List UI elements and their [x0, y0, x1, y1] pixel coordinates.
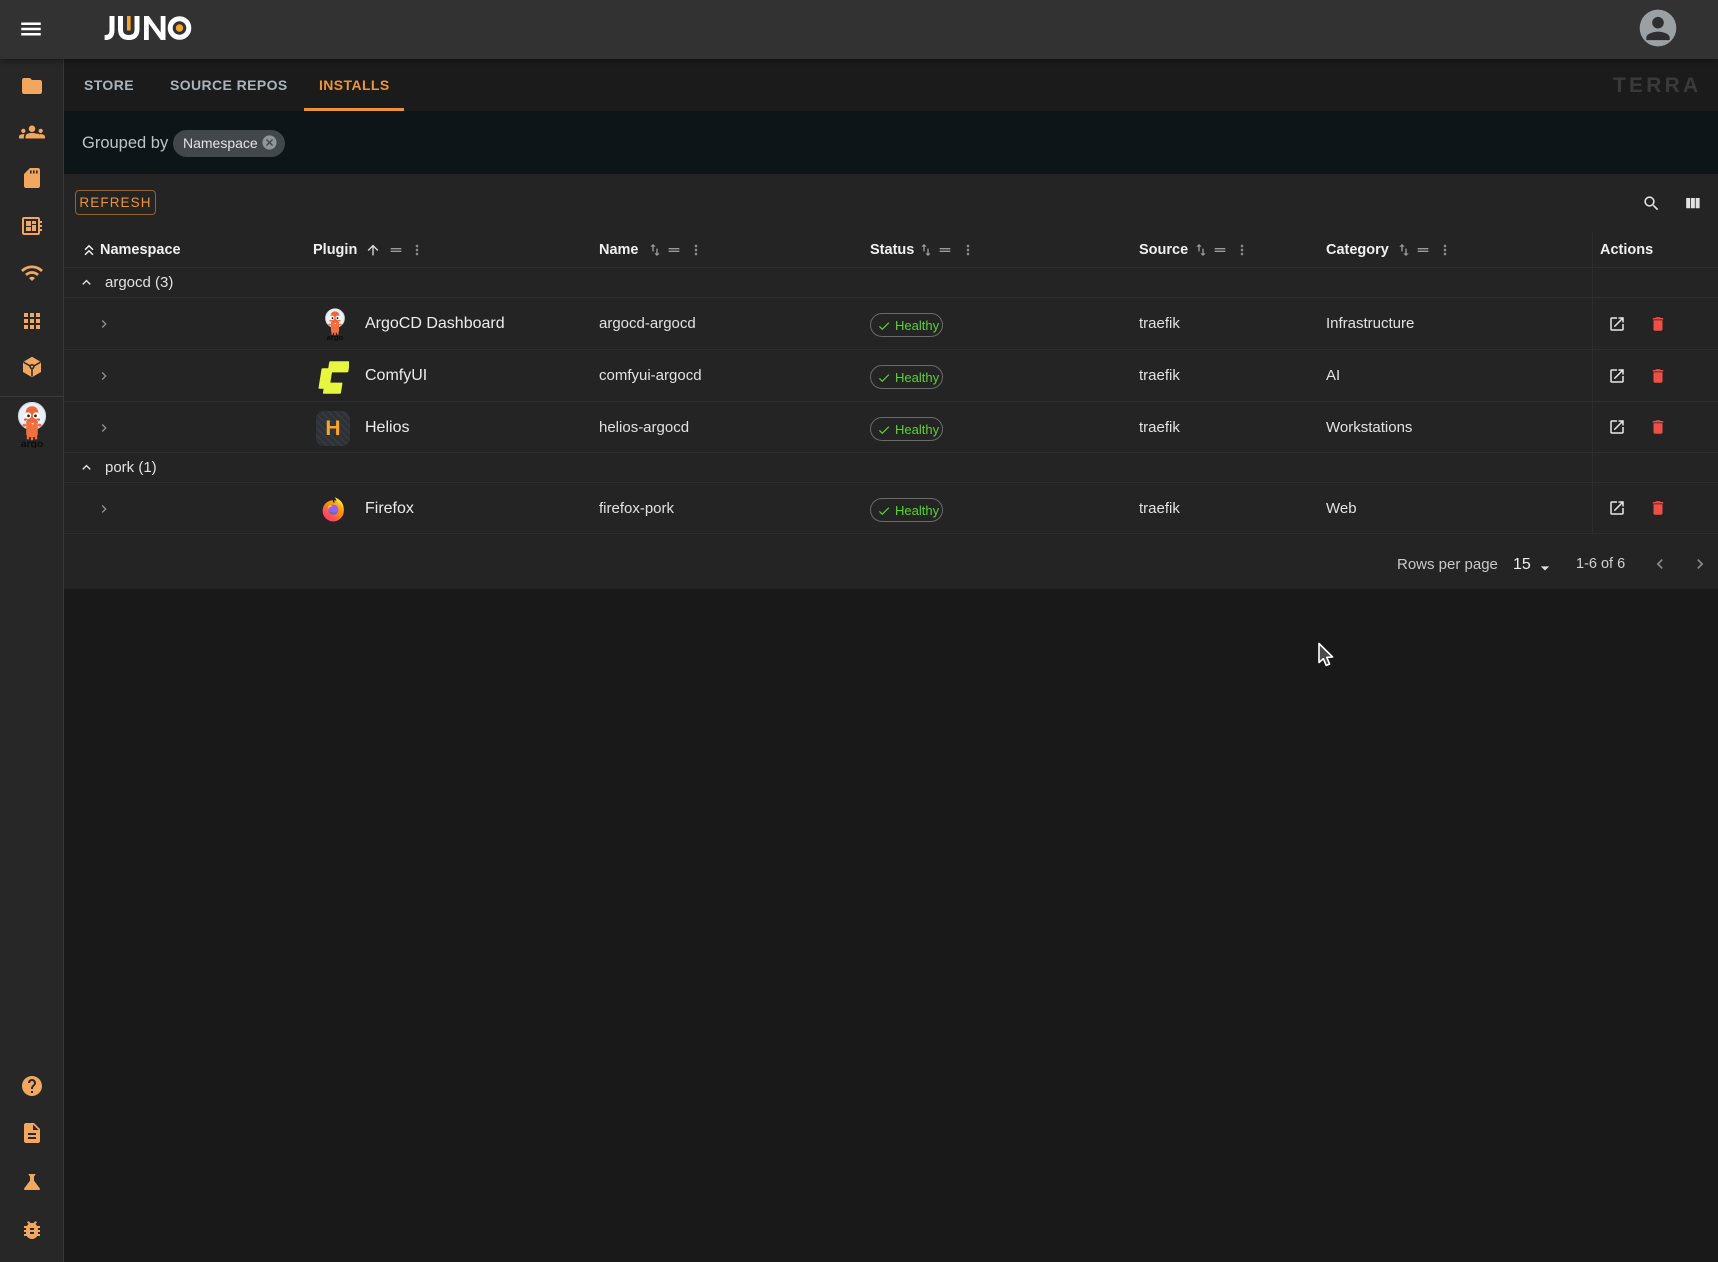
svg-text:argo: argo — [327, 333, 344, 341]
svg-text:argo: argo — [21, 438, 44, 448]
